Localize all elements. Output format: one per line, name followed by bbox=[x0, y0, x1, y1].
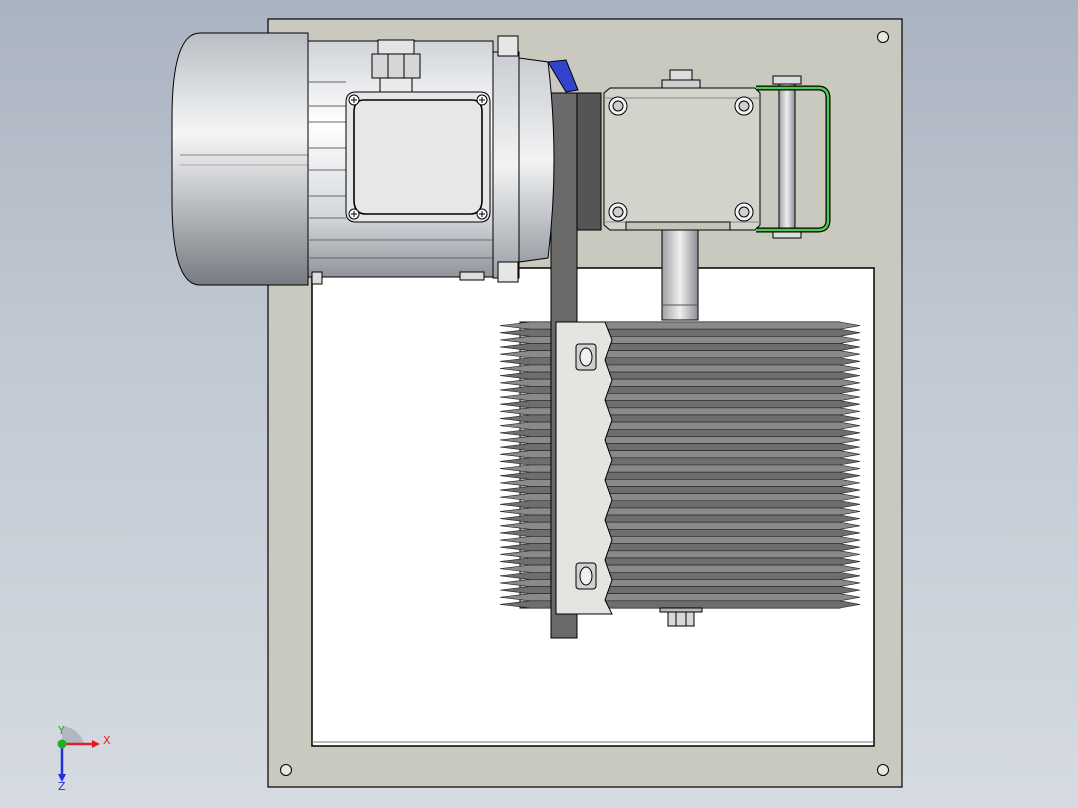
cad-viewport[interactable] bbox=[0, 0, 1078, 808]
terminal-screw[interactable] bbox=[348, 94, 360, 106]
clamp-plate[interactable] bbox=[555, 321, 613, 615]
gearbox[interactable] bbox=[603, 69, 761, 231]
x-axis-label: X bbox=[103, 734, 111, 747]
clamp-bolt-top[interactable] bbox=[575, 343, 597, 371]
mount-hole-top-right[interactable] bbox=[877, 31, 889, 43]
z-axis-label: Z bbox=[58, 780, 66, 792]
coordinate-triad: X Y Z bbox=[57, 724, 111, 792]
z-axis-arrow bbox=[58, 744, 66, 782]
gearbox-bolt[interactable] bbox=[608, 202, 628, 222]
y-axis-label: Y bbox=[57, 724, 65, 737]
gearbox-bolt[interactable] bbox=[734, 202, 754, 222]
mount-hole-bottom-left[interactable] bbox=[280, 764, 292, 776]
gearbox-bolt[interactable] bbox=[608, 96, 628, 116]
y-axis-marker bbox=[57, 739, 67, 749]
gearbox-bolt[interactable] bbox=[734, 96, 754, 116]
terminal-box[interactable] bbox=[345, 91, 491, 223]
terminal-screw[interactable] bbox=[476, 208, 488, 220]
clamp-bolt-bottom[interactable] bbox=[575, 562, 597, 590]
mount-hole-bottom-right[interactable] bbox=[877, 764, 889, 776]
output-shaft[interactable] bbox=[661, 229, 699, 321]
terminal-screw[interactable] bbox=[476, 94, 488, 106]
terminal-screw[interactable] bbox=[348, 208, 360, 220]
